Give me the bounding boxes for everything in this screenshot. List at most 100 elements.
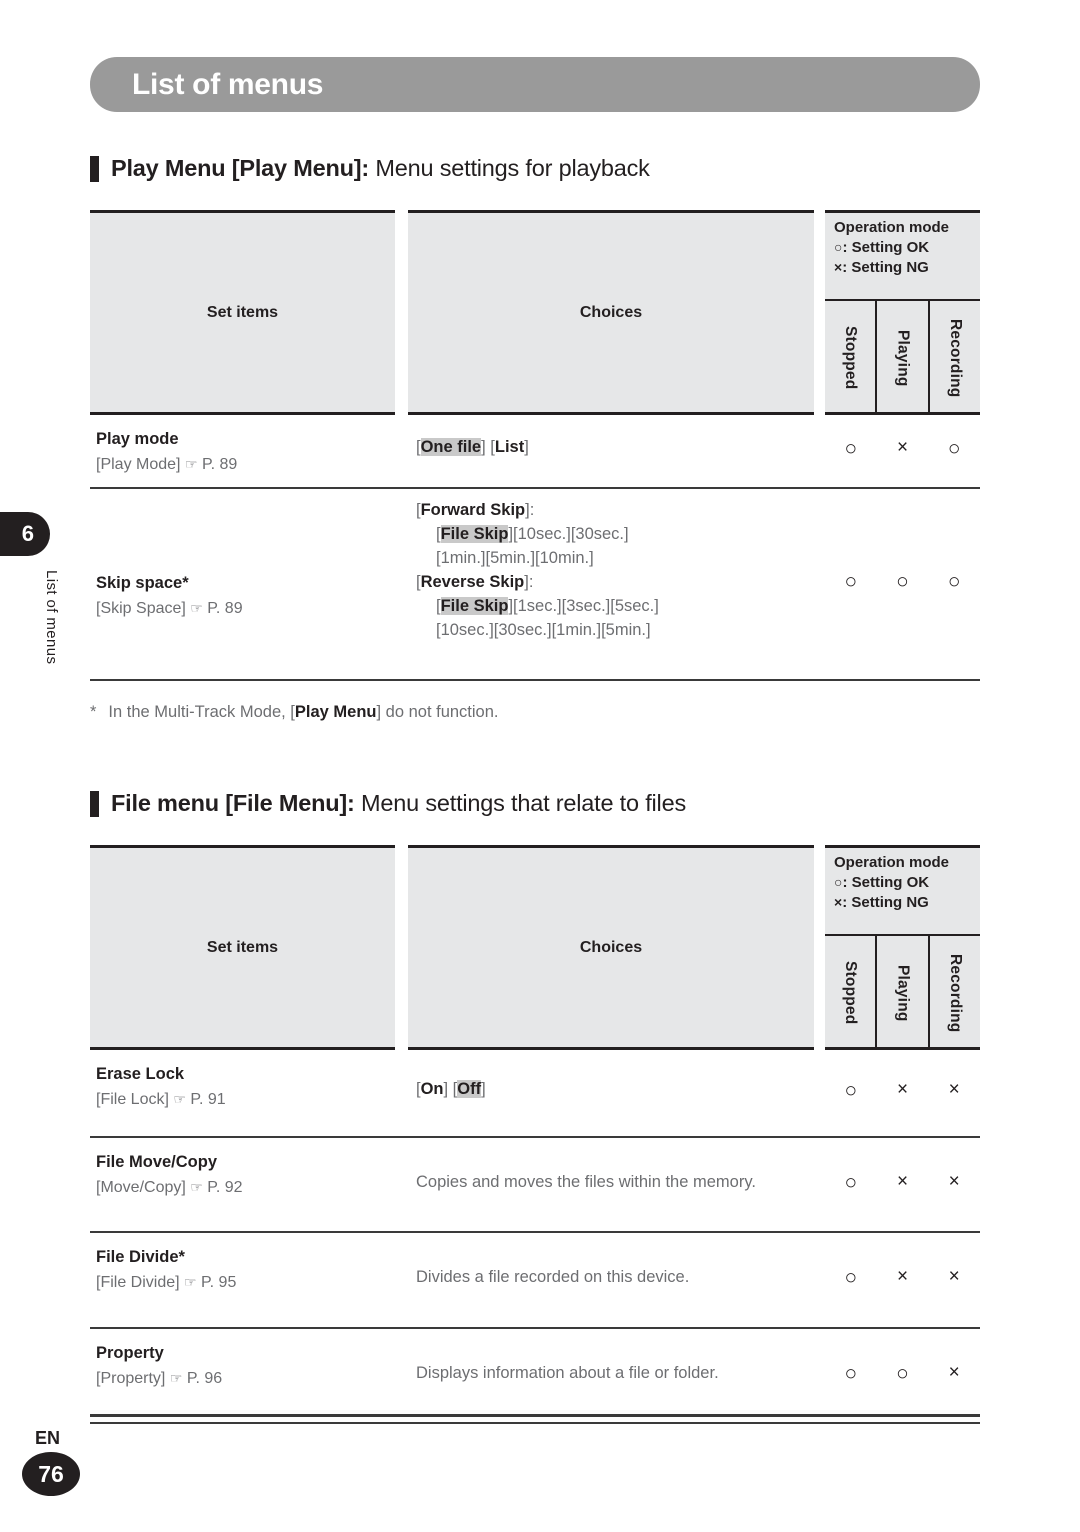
choice-text: ][10sec.][30sec.] [508,524,629,543]
legend-ng-text: : Setting NG [842,893,929,911]
table-row: Property [Property] ☞ P. 96 Displays infor… [90,1329,980,1424]
cell-set-item: Skip space* [Skip Space] ☞ P. 89 [90,489,395,679]
choice-text: [ [436,524,441,543]
choice-description: Divides a file recorded on this device. [416,1268,690,1286]
subcolumn-stopped: Stopped [825,936,878,1050]
set-item-page: P. 89 [207,599,243,617]
choice-line: [On] [Off] [416,1078,810,1102]
op-mark-recording: × [948,1079,960,1100]
choice-default-value: File Skip [440,596,509,615]
set-item-bracket: [Move/Copy] [96,1178,186,1196]
footnote-post: ] do not function. [376,703,499,721]
choice-text: List [494,438,525,456]
choice-text: ]: [524,572,534,591]
pointing-hand-icon: ☞ [169,1369,183,1386]
op-mark-stopped: ○ [844,1361,858,1385]
column-header-choices: Choices [408,845,814,1050]
pointing-hand-icon: ☞ [184,455,198,472]
choice-default-value: File Skip [440,524,509,543]
table-row: File Divide* [File Divide] ☞ P. 95 Divides… [90,1233,980,1329]
footnote-asterisk: * [90,703,97,721]
set-item-bracket: [File Lock] [96,1090,169,1108]
op-mark-stopped: ○ [844,1266,858,1289]
cell-choices: [On] [Off] [408,1050,814,1136]
section-heading-play-menu: Play Menu [Play Menu]: Menu settings for… [90,155,650,182]
choice-text: Reverse Skip [420,572,525,591]
footer-language-label: EN [35,1428,61,1448]
set-item-page: P. 95 [201,1273,237,1291]
legend-ok-row: ○: Setting OK [834,873,973,893]
set-item-bracket: [Skip Space] [96,599,186,617]
table-row: File Move/Copy [Move/Copy] ☞ P. 92 Copies … [90,1138,980,1233]
section-heading-regular: Menu settings for playback [369,155,650,181]
set-item-reference: [Property] ☞ P. 96 [96,1369,391,1390]
set-item-title: Play mode [96,430,179,448]
legend-ng-row: ×: Setting NG [834,258,973,278]
set-item-reference: [Skip Space] ☞ P. 89 [96,599,391,620]
set-item-title: Skip space* [96,574,189,592]
cell-operation-modes: ○ × × [825,1233,980,1327]
choice-text: [10sec.][30sec.][1min.][5min.] [436,620,651,639]
footnote-bold: Play Menu [294,703,377,721]
set-item-reference: [File Divide] ☞ P. 95 [96,1273,391,1294]
subcolumn-stopped: Stopped [825,301,878,415]
set-item-bracket: [Property] [96,1369,166,1387]
section-heading-file-menu: File menu [File Menu]: Menu settings tha… [90,790,686,817]
choice-line: [1min.][5min.][10min.] [416,547,810,571]
cell-choices: [One file] [List] [408,415,814,487]
footer-page-number: 76 [22,1452,80,1496]
subcolumn-recording: Recording [930,301,980,415]
cross-icon: × [834,893,843,910]
cell-choices: Divides a file recorded on this device. [408,1233,814,1327]
set-item-bracket: [File Divide] [96,1273,180,1291]
op-mark-recording: ○ [947,570,961,593]
heading-bar-icon [90,790,99,817]
choice-line: [10sec.][30sec.][1min.][5min.] [416,619,810,643]
column-header-operation-mode: Operation mode ○: Setting OK ×: Setting … [825,845,980,1050]
set-item-title: Erase Lock [96,1065,185,1083]
file-menu-rows: Erase Lock [File Lock] ☞ P. 91 [On] [Off] ○… [90,1050,980,1424]
op-mark-playing: × [896,437,909,458]
set-item-page: P. 91 [190,1090,226,1108]
choice-default-value: Off [457,1080,482,1098]
column-header-set-items: Set items [90,845,395,1050]
footer-divider [90,1414,980,1417]
section-heading-bold: File menu [File Menu]: [111,790,355,816]
cell-set-item: Play mode [Play Mode] ☞ P. 89 [90,415,395,487]
footnote-pre: In the Multi-Track Mode, [ [108,703,295,721]
op-mark-recording: ○ [947,437,961,460]
choice-text: ][1sec.][3sec.][5sec.] [508,596,659,615]
choice-line: [Forward Skip]: [416,499,810,523]
operation-mode-legend: Operation mode ○: Setting OK ×: Setting … [825,848,980,936]
choice-line: [File Skip][10sec.][30sec.] [416,523,810,547]
choice-description: Displays information about a file or fol… [416,1363,719,1382]
set-item-bracket: [Play Mode] [96,455,181,473]
column-header-set-items: Set items [90,210,395,415]
pointing-hand-icon: ☞ [184,1273,197,1290]
cell-operation-modes: ○ × × [825,1050,980,1136]
subcolumn-recording-label: Recording [946,953,964,1033]
play-menu-footnote: * In the Multi-Track Mode, [Play Menu] do… [90,703,499,722]
cell-choices: Displays information about a file or fol… [408,1329,814,1422]
play-menu-table: Set items Choices Operation mode ○: Sett… [90,210,980,681]
cell-set-item: File Divide* [File Divide] ☞ P. 95 [90,1233,395,1327]
pointing-hand-icon: ☞ [190,1178,203,1195]
subcolumn-stopped-label: Stopped [842,326,860,390]
table-row: Play mode [Play Mode] ☞ P. 89 [One file] [… [90,415,980,489]
legend-ok-text: : Setting OK [842,238,930,256]
subcolumn-playing-label: Playing [894,329,912,387]
cell-set-item: File Move/Copy [Move/Copy] ☞ P. 92 [90,1138,395,1231]
subcolumn-playing: Playing [877,301,930,415]
set-item-reference: [Move/Copy] ☞ P. 92 [96,1178,391,1199]
table-column-header: Set items Choices Operation mode ○: Sett… [90,845,980,1050]
set-item-page: P. 96 [186,1369,223,1387]
cell-operation-modes: ○ ○ ○ [825,489,980,679]
choice-text: ] [ [443,1080,458,1098]
table-row: Skip space* [Skip Space] ☞ P. 89 [Forward … [90,489,980,681]
op-mark-playing: × [896,1266,909,1287]
subcolumn-recording: Recording [930,936,980,1050]
choice-line: [File Skip][1sec.][3sec.][5sec.] [416,595,810,619]
chapter-tab-label: List of menus [43,570,60,665]
section-heading-text: File menu [File Menu]: Menu settings tha… [111,790,686,817]
op-mark-recording: × [948,1170,960,1192]
